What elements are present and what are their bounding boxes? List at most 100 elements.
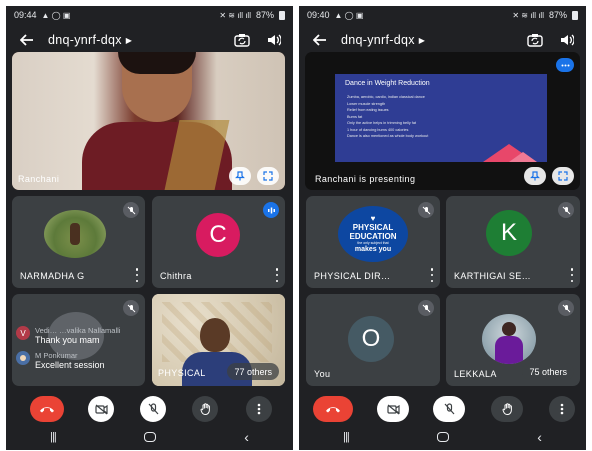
participant-name: Chithra <box>160 271 192 281</box>
fullscreen-button[interactable] <box>257 167 279 185</box>
mic-off-icon <box>558 202 574 218</box>
participant-name: PHYSICAL DIR… <box>314 271 391 281</box>
logo-line: PHYSICAL <box>352 222 394 232</box>
back-icon[interactable]: ‹ <box>244 429 249 445</box>
mic-off-icon <box>418 300 434 316</box>
more-options-icon[interactable] <box>273 268 281 282</box>
meeting-code[interactable]: dnq-ynrf-dqx <box>48 33 122 47</box>
battery-level: 87% <box>255 10 274 20</box>
recents-icon[interactable]: ||| <box>50 431 57 443</box>
battery-icon <box>279 10 285 20</box>
participant-head <box>200 318 230 352</box>
battery-level: 87% <box>548 10 567 20</box>
pin-button[interactable] <box>229 167 251 185</box>
phone-screen-right: 09:40 ▲ ◯ ▣ ✕ ≋ ıll ıll 87% dnq-ynrf-dqx… <box>299 6 586 450</box>
home-icon[interactable] <box>436 432 449 442</box>
audio-level-icon <box>556 58 574 72</box>
screenshot-collage: 09:44 ▲ ◯ ▣ ✕ ≋ ıll ıll 87% dnq-ynrf-dqx… <box>0 0 592 451</box>
presentation-slide: Dance in Weight Reduction Zumba, aerobic… <box>335 74 547 162</box>
caret-right-icon[interactable]: ▶ <box>126 36 132 45</box>
clock: 09:40 <box>307 10 330 20</box>
participant-tile-self[interactable]: O You <box>306 294 440 386</box>
chat-message: M Ponkumar Excellent session <box>16 351 176 370</box>
main-video-tile[interactable]: Ranchani <box>12 52 285 190</box>
camera-off-button[interactable] <box>377 396 409 422</box>
raise-hand-button[interactable] <box>491 396 523 422</box>
status-bar: 09:40 ▲ ◯ ▣ ✕ ≋ ıll ıll 87% <box>299 6 586 24</box>
participant-tile-physical-director[interactable]: ♥ PHYSICAL EDUCATION the only subject th… <box>306 196 440 288</box>
chat-overlay: V Vedi… …valika Nallamalli Thank you mam… <box>16 326 176 370</box>
mic-off-button[interactable] <box>140 396 166 422</box>
slide-title: Dance in Weight Reduction <box>345 80 430 87</box>
android-nav-bar: ||| ‹ <box>6 424 293 450</box>
chat-avatar-photo <box>20 355 26 361</box>
end-call-button[interactable] <box>313 396 353 422</box>
participant-avatar-initial: O <box>348 316 394 362</box>
android-nav-bar: ||| ‹ <box>299 424 586 450</box>
end-call-button[interactable] <box>30 396 64 422</box>
battery-icon <box>572 10 578 20</box>
signal-icons: ✕ ≋ ıll ıll <box>219 10 251 20</box>
speaker-icon[interactable] <box>554 27 580 53</box>
signal-icons: ✕ ≋ ıll ıll <box>512 10 544 20</box>
back-arrow-icon[interactable] <box>14 27 40 53</box>
status-bar: 09:44 ▲ ◯ ▣ ✕ ≋ ıll ıll 87% <box>6 6 293 24</box>
chat-text: Thank you mam <box>35 335 100 345</box>
mic-off-icon <box>418 202 434 218</box>
meeting-code[interactable]: dnq-ynrf-dqx <box>341 33 415 47</box>
chat-text: Excellent session <box>35 360 105 370</box>
more-options-icon[interactable] <box>428 268 436 282</box>
chat-sender: M Ponkumar <box>35 351 78 360</box>
participant-tile-karthigai[interactable]: K KARTHIGAI SE… <box>446 196 580 288</box>
mic-off-button[interactable] <box>433 396 465 422</box>
slide-decoration <box>483 144 537 162</box>
presentation-tile[interactable]: Dance in Weight Reduction Zumba, aerobic… <box>305 52 580 190</box>
slide-bullet: Dance is also mentioned as whole body wo… <box>347 134 429 138</box>
camera-off-button[interactable] <box>88 396 114 422</box>
more-options-icon[interactable] <box>568 268 576 282</box>
notification-icons: ▲ ◯ ▣ <box>41 10 71 20</box>
fullscreen-button[interactable] <box>552 167 574 185</box>
phone-screen-left: 09:44 ▲ ◯ ▣ ✕ ≋ ıll ıll 87% dnq-ynrf-dqx… <box>6 6 293 450</box>
back-arrow-icon[interactable] <box>307 27 333 53</box>
mic-off-icon <box>558 300 574 316</box>
participant-hair <box>118 52 196 74</box>
chat-message: V Vedi… …valika Nallamalli Thank you mam <box>16 326 176 345</box>
logo-line: EDUCATION <box>349 231 397 241</box>
avatar-figure <box>502 322 516 336</box>
chat-avatar <box>16 351 30 365</box>
participant-avatar-photo <box>482 314 536 364</box>
chat-sender: Vedi… …valika Nallamalli <box>35 326 121 335</box>
more-options-button[interactable] <box>246 396 272 422</box>
participant-tile-narmadha[interactable]: NARMADHA G <box>12 196 145 288</box>
more-options-button[interactable] <box>549 396 575 422</box>
participant-name: KARTHIGAI SE… <box>454 271 532 281</box>
more-options-icon[interactable] <box>133 268 141 282</box>
participant-name: Ranchani <box>18 174 60 184</box>
raise-hand-button[interactable] <box>192 396 218 422</box>
switch-camera-icon[interactable] <box>229 27 255 53</box>
presenting-label: Ranchani is presenting <box>315 174 416 184</box>
participant-tile-chithra[interactable]: C Chithra <box>152 196 285 288</box>
participant-avatar-initial: K <box>486 210 532 256</box>
mic-off-icon <box>123 300 139 316</box>
recents-icon[interactable]: ||| <box>343 431 350 443</box>
others-count-badge[interactable]: 77 others <box>227 363 279 380</box>
pin-button[interactable] <box>524 167 546 185</box>
logo-line: makes you <box>354 245 392 253</box>
caret-right-icon[interactable]: ▶ <box>419 36 425 45</box>
slide-bullets: Zumba, aerobic, cardio, indian classical… <box>347 94 497 140</box>
participant-tile-lekkala[interactable]: LEKKALA 75 others <box>446 294 580 386</box>
speaker-icon[interactable] <box>261 27 287 53</box>
others-count-badge[interactable]: 75 others <box>522 363 574 380</box>
heart-icon: ♥ <box>370 213 376 223</box>
chat-avatar: V <box>16 326 30 340</box>
notification-icons: ▲ ◯ ▣ <box>334 10 364 20</box>
participant-name: NARMADHA G <box>20 271 85 281</box>
clock: 09:44 <box>14 10 37 20</box>
physical-education-logo: ♥ PHYSICAL EDUCATION the only subject th… <box>338 206 408 262</box>
switch-camera-icon[interactable] <box>522 27 548 53</box>
participant-avatar-initial: C <box>196 213 240 257</box>
home-icon[interactable] <box>143 432 156 442</box>
back-icon[interactable]: ‹ <box>537 429 542 445</box>
